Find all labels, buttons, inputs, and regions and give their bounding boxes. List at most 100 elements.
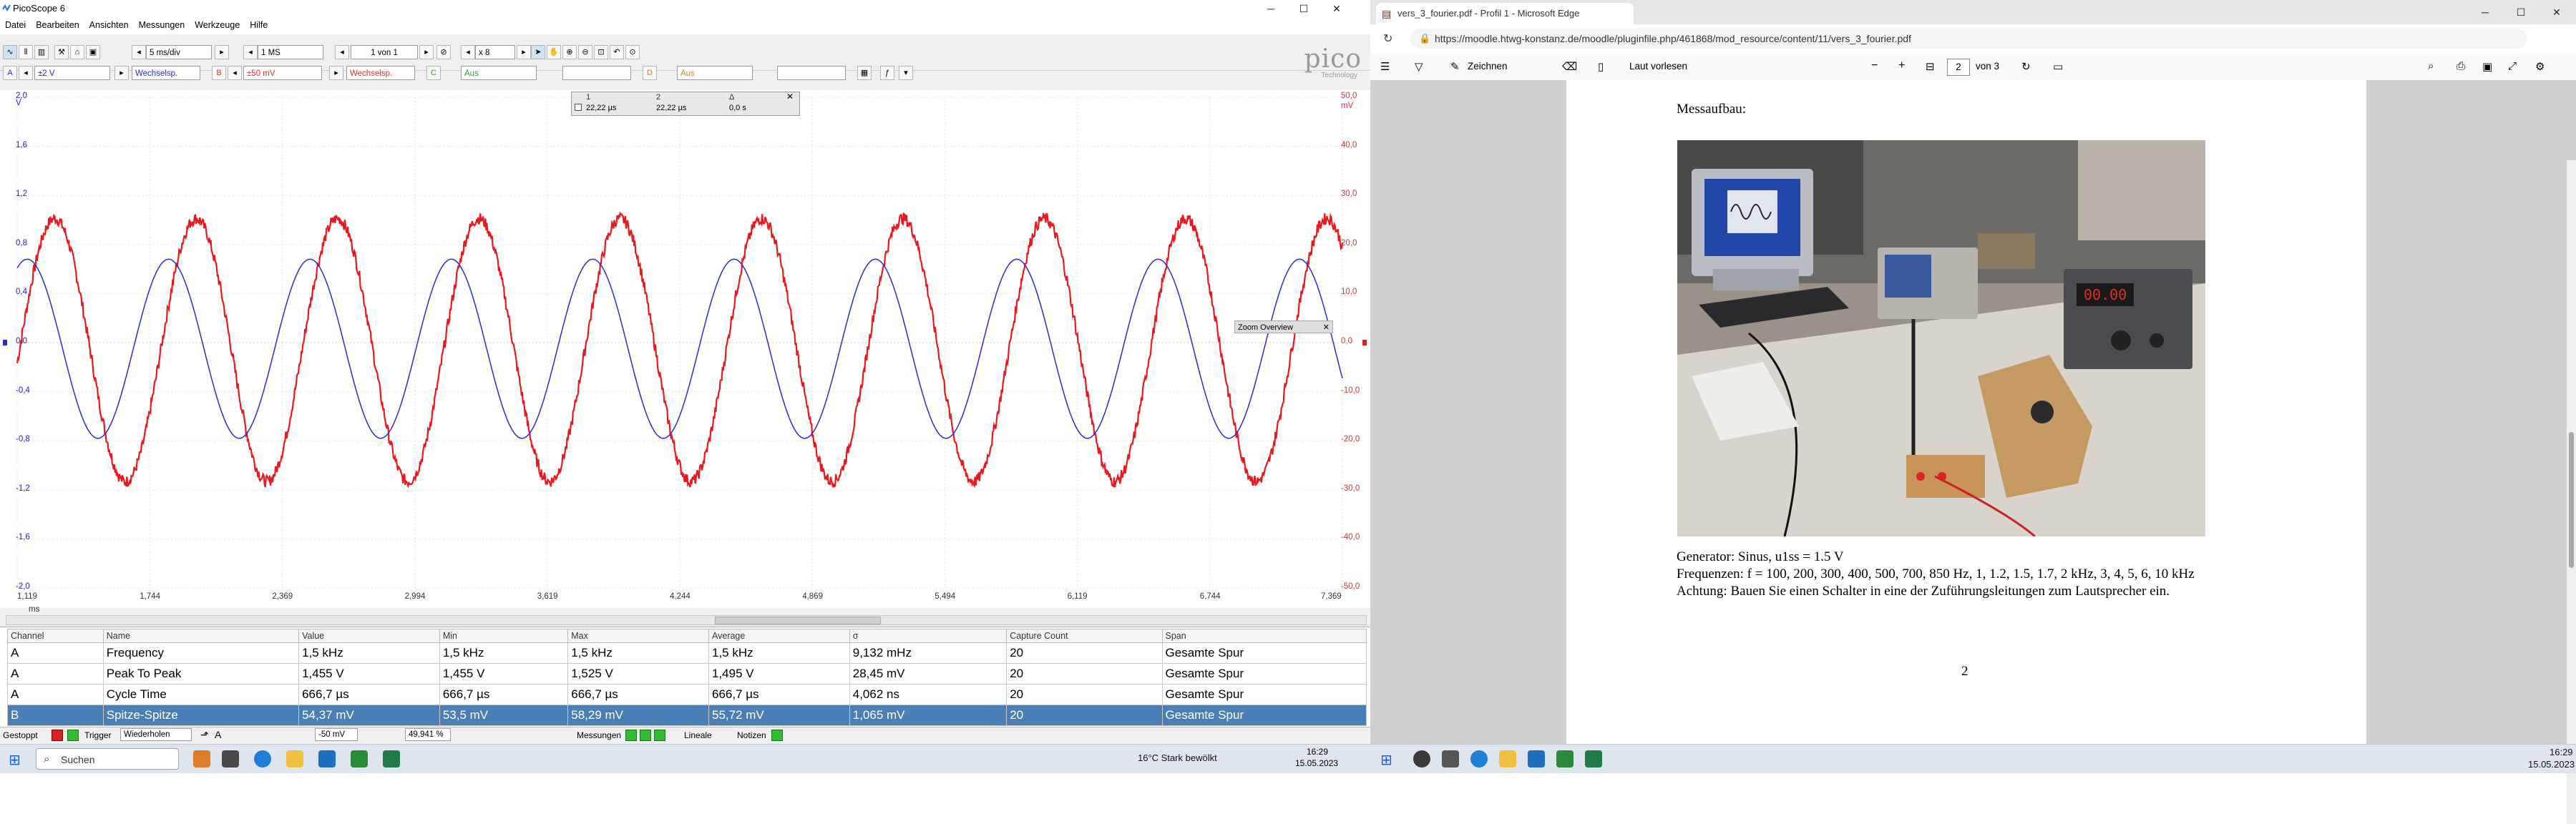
minimize-button[interactable]: ─ bbox=[1254, 0, 1287, 17]
maximize-button[interactable]: ☐ bbox=[1287, 0, 1320, 17]
zoom-overview-panel[interactable]: Zoom Overview ✕ bbox=[1234, 320, 1333, 333]
windows-start-icon-2[interactable]: ⊞ bbox=[1380, 751, 1392, 769]
channel-b-icon[interactable]: B bbox=[212, 66, 226, 80]
undo-zoom-icon[interactable]: ↶ bbox=[610, 45, 624, 59]
edge-minimize-button[interactable]: ─ bbox=[2469, 4, 2502, 21]
filter-icon[interactable]: ▽ bbox=[1415, 60, 1423, 73]
delete-measurement-icon[interactable] bbox=[654, 730, 665, 741]
vscode-taskbar-icon[interactable] bbox=[318, 750, 336, 767]
zoom-in-button[interactable]: + bbox=[1898, 59, 1905, 72]
chC-coupling-select[interactable] bbox=[562, 66, 631, 80]
read-aloud-button[interactable]: Laut vorlesen bbox=[1629, 61, 1687, 72]
print-icon[interactable]: ⎙ bbox=[2457, 60, 2465, 72]
chC-range-select[interactable]: Aus bbox=[461, 66, 537, 80]
pdf-viewer-area[interactable]: Messaufbau: 00.00 Generator: Sinus, u1ss… bbox=[1370, 80, 2576, 824]
channel-d-icon[interactable]: D bbox=[643, 66, 657, 80]
scrollbar-thumb[interactable] bbox=[715, 617, 881, 624]
pdf-search-icon[interactable]: ⌕ bbox=[2428, 60, 2434, 72]
table-row[interactable]: B Spitze-Spitze 54,37 mV 53,5 mV 58,29 mV 55,… bbox=[7, 705, 1367, 726]
draw-icon[interactable]: ✎ bbox=[1450, 60, 1460, 73]
refresh-icon[interactable]: ↻ bbox=[1383, 31, 1392, 46]
pdf-vertical-scrollbar[interactable] bbox=[2567, 160, 2576, 824]
oscilloscope-plot[interactable] bbox=[0, 90, 1370, 608]
chA-range-left-icon[interactable]: ◂ bbox=[19, 66, 33, 80]
edge-tab[interactable]: ▤ vers_3_fourier.pdf - Profil 1 - Micros… bbox=[1376, 3, 1634, 24]
trigger-position-field[interactable]: 49,941 % bbox=[405, 728, 451, 741]
weather-widget[interactable]: 16°C Stark bewölkt bbox=[1138, 752, 1217, 763]
timebase-select[interactable]: 5 ms/div bbox=[146, 45, 212, 59]
chA-coupling-select[interactable]: Wechselsp. bbox=[132, 66, 200, 80]
picoscope-icon-2[interactable] bbox=[1556, 750, 1574, 767]
fullscreen-icon[interactable]: ⤢ bbox=[2508, 60, 2517, 72]
chB-range-left-icon[interactable]: ◂ bbox=[228, 66, 242, 80]
zoom-fit-icon[interactable]: ⊙ bbox=[625, 45, 640, 59]
pointer-tool-icon[interactable]: ➤ bbox=[531, 45, 545, 59]
search-icon-2[interactable] bbox=[1413, 750, 1430, 767]
page-view-icon[interactable]: ▯ bbox=[1598, 60, 1604, 73]
channel-a-icon[interactable]: A bbox=[3, 66, 17, 80]
probe-icon[interactable]: ▦ bbox=[857, 66, 872, 80]
zoom-out-button[interactable]: − bbox=[1871, 59, 1878, 72]
trigger-mode-select[interactable]: Wiederholen bbox=[120, 728, 192, 741]
excel-icon-2[interactable] bbox=[1585, 750, 1602, 767]
fit-page-icon[interactable]: ⊟ bbox=[1926, 60, 1935, 73]
page-number-input[interactable]: 2 bbox=[1947, 59, 1970, 76]
column-header[interactable]: Max bbox=[567, 629, 709, 643]
math-channel-icon[interactable]: ƒ bbox=[880, 66, 894, 80]
picoscope-taskbar-icon[interactable] bbox=[351, 750, 368, 767]
samples-select[interactable]: 1 MS bbox=[258, 45, 323, 59]
erase-icon[interactable]: ⌫ bbox=[1562, 60, 1577, 73]
timebase-left-icon[interactable]: ◂ bbox=[132, 45, 146, 59]
column-header[interactable]: σ bbox=[849, 629, 1008, 643]
menu-datei[interactable]: Datei bbox=[0, 17, 31, 33]
ruler-lock-icon[interactable] bbox=[575, 104, 582, 111]
scope-mode-icon[interactable]: ∿ bbox=[3, 45, 17, 59]
zoom-factor-field[interactable]: x 8 bbox=[475, 45, 515, 59]
taskbar-search-input[interactable]: ⌕ Suchen bbox=[36, 748, 179, 770]
two-page-icon[interactable]: ▭ bbox=[2053, 60, 2063, 73]
start-icon[interactable] bbox=[67, 730, 79, 741]
zoom-overview-close-icon[interactable]: ✕ bbox=[1323, 321, 1330, 334]
channel-icon[interactable]: ▣ bbox=[86, 45, 100, 59]
notes-toggle-icon[interactable] bbox=[771, 730, 783, 741]
table-row[interactable]: A Peak To Peak 1,455 V 1,455 V 1,525 V 1,495 … bbox=[7, 663, 1367, 685]
pdf-scrollbar-thumb[interactable] bbox=[2569, 432, 2574, 568]
persistence-icon[interactable]: ⫴ bbox=[19, 45, 33, 59]
trigger-level-field[interactable]: -50 mV bbox=[315, 728, 358, 741]
save-icon[interactable]: ▣ bbox=[2482, 60, 2492, 73]
menu-hilfe[interactable]: Hilfe bbox=[245, 17, 273, 33]
chD-coupling-select[interactable] bbox=[777, 66, 846, 80]
excel-taskbar-icon[interactable] bbox=[383, 750, 400, 767]
explorer-icon-2[interactable] bbox=[1499, 750, 1516, 767]
chB-coupling-select[interactable]: Wechselsp. bbox=[346, 66, 415, 80]
column-header[interactable]: Value bbox=[298, 629, 440, 643]
menu-messungen[interactable]: Messungen bbox=[134, 17, 190, 33]
channel-c-icon[interactable]: C bbox=[426, 66, 441, 80]
taskview-icon-2[interactable] bbox=[1442, 750, 1459, 767]
url-field[interactable]: 🔒 https://moodle.htwg-konstanz.de/moodle… bbox=[1410, 29, 2527, 49]
capture-index-field[interactable]: 1 von 1 bbox=[351, 45, 418, 59]
table-row[interactable]: A Frequency 1,5 kHz 1,5 kHz 1,5 kHz 1,5 kHz 9,… bbox=[7, 642, 1367, 664]
hand-tool-icon[interactable]: ✋ bbox=[547, 45, 561, 59]
rotate-icon[interactable]: ↻ bbox=[2021, 60, 2031, 73]
ruler-panel-close-icon[interactable]: ✕ bbox=[786, 92, 794, 102]
trigger-channel-icon[interactable]: A bbox=[215, 729, 221, 740]
spectrum-icon[interactable]: ▥ bbox=[34, 45, 49, 59]
notes-button[interactable]: Notizen bbox=[737, 730, 766, 740]
ruler-panel[interactable]: 1 2 Δ ✕ 22,22 µs 22,22 µs 0,0 s bbox=[571, 92, 800, 116]
plot-horizontal-scrollbar[interactable] bbox=[6, 615, 1367, 625]
explorer-taskbar-icon[interactable] bbox=[286, 750, 303, 767]
draw-button[interactable]: Zeichnen bbox=[1468, 61, 1508, 72]
zoom-right-icon[interactable]: ▸ bbox=[517, 45, 531, 59]
column-header[interactable]: Channel bbox=[7, 629, 104, 643]
capture-prev-icon[interactable]: ◂ bbox=[335, 45, 349, 59]
chA-range-select[interactable]: ±2 V bbox=[34, 66, 110, 80]
zoom-left-icon[interactable]: ◂ bbox=[461, 45, 475, 59]
home-icon[interactable]: ⌂ bbox=[70, 45, 84, 59]
zoom-out-icon[interactable]: ⊖ bbox=[578, 45, 592, 59]
taskview-icon[interactable] bbox=[222, 750, 239, 767]
table-row[interactable]: A Cycle Time 666,7 µs 666,7 µs 666,7 µs 666,7… bbox=[7, 684, 1367, 705]
chB-range-select[interactable]: ±50 mV bbox=[243, 66, 322, 80]
chB-right-icon[interactable]: ▸ bbox=[329, 66, 343, 80]
timebase-right-icon[interactable]: ▸ bbox=[215, 45, 229, 59]
